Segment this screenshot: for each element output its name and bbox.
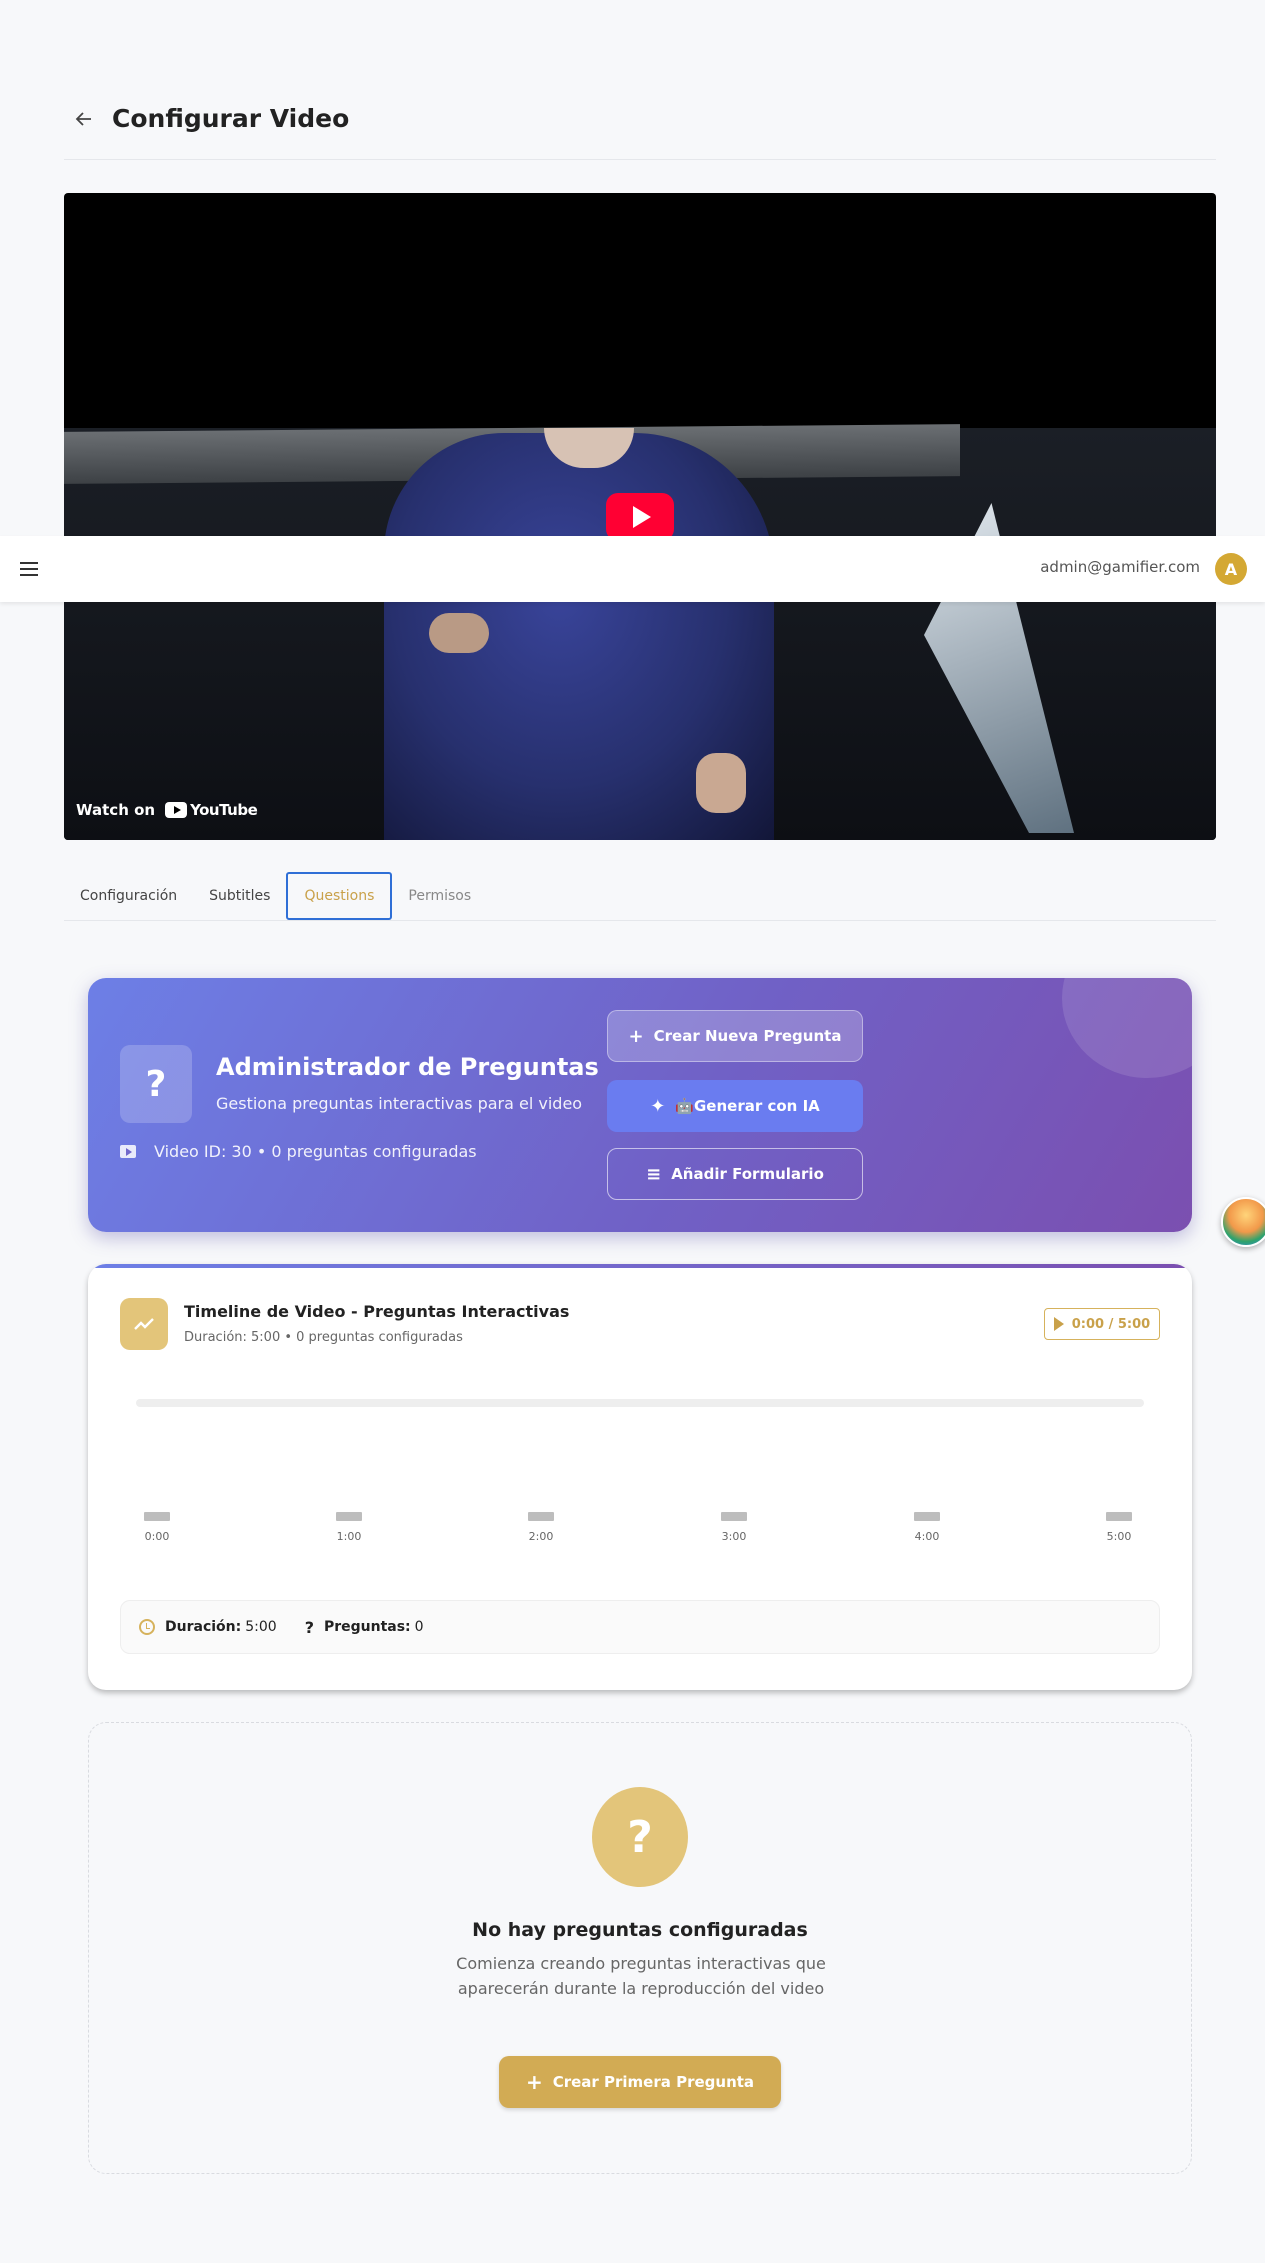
create-first-question-button[interactable]: + Crear Primera Pregunta bbox=[499, 2056, 781, 2108]
tab-permisos[interactable]: Permisos bbox=[392, 872, 487, 920]
thumbnail-hand bbox=[696, 753, 746, 813]
question-mark-icon: ? bbox=[592, 1787, 688, 1887]
add-form-label: Añadir Formulario bbox=[671, 1165, 824, 1183]
generate-ai-label: 🤖Generar con IA bbox=[675, 1097, 820, 1115]
thumbnail-arm bbox=[429, 613, 489, 653]
user-email: admin@gamifier.com bbox=[1040, 558, 1200, 576]
tick-label: 5:00 bbox=[1106, 1530, 1132, 1543]
timeline-track[interactable] bbox=[136, 1399, 1144, 1407]
watch-on-youtube-link[interactable]: Watch on YouTube bbox=[76, 801, 258, 819]
timeline-tick: 0:00 bbox=[127, 1512, 187, 1543]
question-icon: ? bbox=[304, 1617, 314, 1637]
page-title: Configurar Video bbox=[112, 104, 350, 133]
questions-value: 0 bbox=[414, 1619, 424, 1635]
youtube-icon bbox=[120, 1145, 136, 1158]
play-icon[interactable] bbox=[606, 493, 674, 541]
empty-state-subtitle: Comienza creando preguntas interactivas … bbox=[456, 1954, 826, 1998]
plus-icon: + bbox=[525, 2070, 543, 2094]
tick-label: 0:00 bbox=[144, 1530, 170, 1543]
play-icon bbox=[1053, 1317, 1064, 1331]
empty-state-title: No hay preguntas configuradas bbox=[472, 1919, 808, 1941]
timeline-tick: 3:00 bbox=[704, 1512, 764, 1543]
watch-on-label: Watch on bbox=[76, 801, 156, 819]
timeline-tick: 4:00 bbox=[897, 1512, 957, 1543]
video-meta: Video ID: 30 • 0 preguntas configuradas bbox=[120, 1142, 477, 1161]
tick-label: 2:00 bbox=[528, 1530, 554, 1543]
tab-bar: Configuración Subtitles Questions Permis… bbox=[64, 872, 1216, 921]
top-app-bar: admin@gamifier.com A bbox=[0, 536, 1265, 602]
floating-assistant-icon[interactable] bbox=[1221, 1197, 1265, 1247]
tab-questions[interactable]: Questions bbox=[286, 872, 393, 920]
tick-label: 4:00 bbox=[914, 1530, 940, 1543]
hero-title: Administrador de Preguntas bbox=[216, 1053, 599, 1081]
timeline-tick: 2:00 bbox=[511, 1512, 571, 1543]
empty-state: ? No hay preguntas configuradas Comienza… bbox=[88, 1722, 1192, 2174]
sparkles-icon: ✦ bbox=[650, 1095, 666, 1117]
back-arrow-icon[interactable] bbox=[64, 99, 104, 139]
plus-icon: + bbox=[628, 1025, 644, 1047]
hamburger-menu-icon[interactable] bbox=[20, 557, 44, 581]
decorative-circle bbox=[1062, 978, 1192, 1078]
question-manager-card: ? Administrador de Preguntas Gestiona pr… bbox=[88, 978, 1192, 1232]
time-chip-label: 0:00 / 5:00 bbox=[1071, 1316, 1151, 1332]
add-form-button[interactable]: ≡ Añadir Formulario bbox=[607, 1148, 863, 1200]
new-question-label: Crear Nueva Pregunta bbox=[653, 1027, 842, 1045]
video-player[interactable]: Watch on YouTube bbox=[64, 193, 1216, 840]
hero-subtitle: Gestiona preguntas interactivas para el … bbox=[216, 1094, 583, 1113]
questions-label: Preguntas: bbox=[323, 1619, 411, 1635]
duration-value: 5:00 bbox=[245, 1619, 277, 1635]
timeline-accent-line bbox=[88, 1264, 1192, 1268]
playlist-add-icon: ≡ bbox=[646, 1163, 662, 1185]
timeline-subtitle: Duración: 5:00 • 0 preguntas configurada… bbox=[184, 1330, 463, 1345]
youtube-logo-icon: YouTube bbox=[165, 801, 258, 819]
avatar[interactable]: A bbox=[1215, 553, 1247, 585]
create-first-question-label: Crear Primera Pregunta bbox=[552, 2073, 755, 2091]
trending-up-icon bbox=[120, 1298, 168, 1350]
youtube-label: YouTube bbox=[190, 801, 258, 819]
tick-label: 3:00 bbox=[721, 1530, 747, 1543]
youtube-mark-icon bbox=[165, 802, 188, 818]
timeline-card: Timeline de Video - Preguntas Interactiv… bbox=[88, 1264, 1192, 1690]
tab-configuracion[interactable]: Configuración bbox=[64, 872, 193, 920]
question-mark-icon: ? bbox=[120, 1045, 192, 1123]
video-meta-text: Video ID: 30 • 0 preguntas configuradas bbox=[154, 1142, 477, 1161]
new-question-button[interactable]: + Crear Nueva Pregunta bbox=[607, 1010, 863, 1062]
tick-label: 1:00 bbox=[336, 1530, 362, 1543]
clock-icon bbox=[139, 1619, 155, 1635]
page-header: Configurar Video bbox=[64, 96, 1216, 160]
timeline-title: Timeline de Video - Preguntas Interactiv… bbox=[184, 1302, 570, 1321]
generate-ai-button[interactable]: ✦ 🤖Generar con IA bbox=[607, 1080, 863, 1132]
timeline-stats: Duración: 5:00 ? Preguntas: 0 bbox=[120, 1600, 1160, 1654]
duration-label: Duración: bbox=[165, 1619, 242, 1635]
time-chip[interactable]: 0:00 / 5:00 bbox=[1044, 1308, 1160, 1340]
timeline-tick: 1:00 bbox=[319, 1512, 379, 1543]
timeline-tick: 5:00 bbox=[1089, 1512, 1149, 1543]
tab-subtitles[interactable]: Subtitles bbox=[193, 872, 286, 920]
